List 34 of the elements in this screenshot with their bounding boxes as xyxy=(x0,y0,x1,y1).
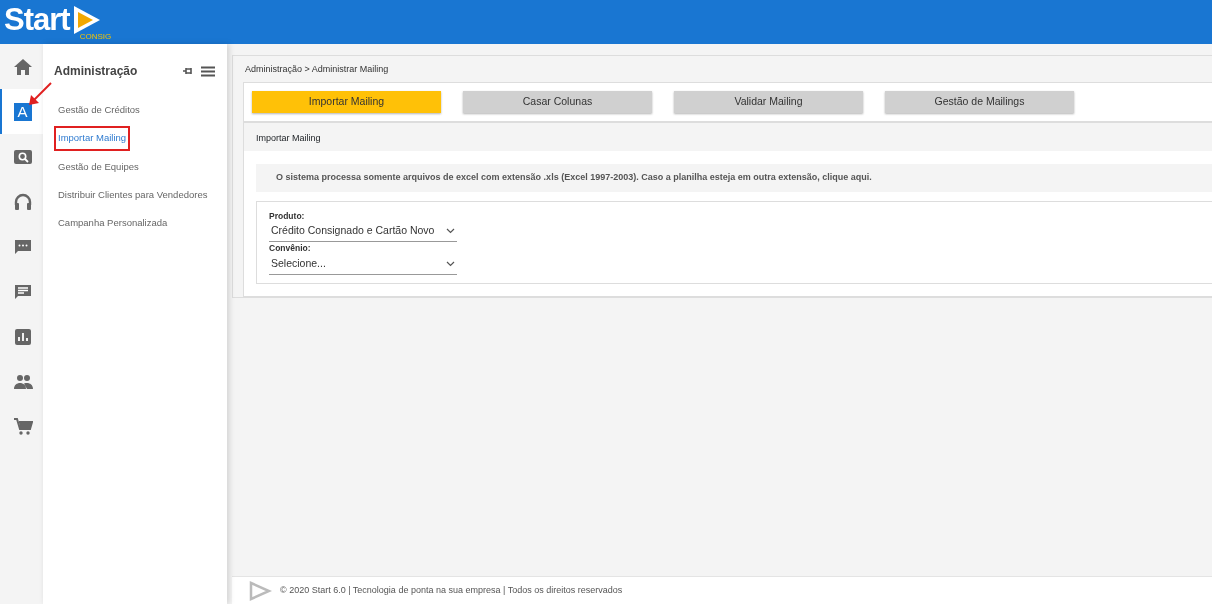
select-field[interactable]: Selecione... xyxy=(269,254,457,275)
play-icon xyxy=(248,580,272,601)
select-value: Selecione... xyxy=(271,255,326,271)
chart-icon xyxy=(12,326,33,347)
notice-text: O sistema processa somente arquivos de excel com extensão .xls (Excel 1997-2003). Caso a planilha esteja em outra extensão, clique aqui. xyxy=(256,164,1212,192)
submenu-title: Administração xyxy=(54,63,138,80)
chevron-down-icon xyxy=(446,228,455,235)
step-tab[interactable]: Casar Colunas xyxy=(463,91,652,113)
logo-text: Start xyxy=(4,4,70,35)
submenu-link[interactable]: Distribuir Clientes para Vendedores xyxy=(54,182,212,207)
logo-subtext: CONSIG xyxy=(79,31,112,43)
cart-icon xyxy=(12,416,33,437)
select-field[interactable]: Crédito Consignado e Cartão Novo xyxy=(269,222,457,242)
field-label: Produto: xyxy=(269,209,306,223)
section-title: Importar Mailing xyxy=(244,121,1212,151)
step-tab[interactable]: Importar Mailing xyxy=(252,91,441,113)
chevron-down-icon xyxy=(446,260,455,267)
headset-icon xyxy=(12,191,33,212)
submenu-link[interactable]: Gestão de Equipes xyxy=(54,154,143,179)
home-icon xyxy=(12,56,33,77)
submenu-link[interactable]: Gestão de Créditos xyxy=(54,98,144,123)
submenu-link[interactable]: Campanha Personalizada xyxy=(54,211,172,236)
annotation-arrow xyxy=(27,81,53,107)
select-value: Crédito Consignado e Cartão Novo xyxy=(271,223,435,239)
footer-text: © 2020 Start 6.0 | Tecnologia de ponta na sua empresa | Todos os direitos reservados xyxy=(280,583,623,597)
letter-icon: A xyxy=(13,102,32,121)
field-label: Convênio: xyxy=(269,242,312,255)
menu-icon[interactable] xyxy=(201,65,215,77)
step-tab[interactable]: Gestão de Mailings xyxy=(885,91,1074,113)
submenu-link[interactable]: Importar Mailing xyxy=(54,126,131,151)
pin-icon[interactable] xyxy=(183,67,193,75)
breadcrumb: Administração > Administrar Mailing xyxy=(244,63,390,76)
step-tab[interactable]: Validar Mailing xyxy=(674,91,863,113)
rail-item[interactable]: A xyxy=(0,89,43,134)
